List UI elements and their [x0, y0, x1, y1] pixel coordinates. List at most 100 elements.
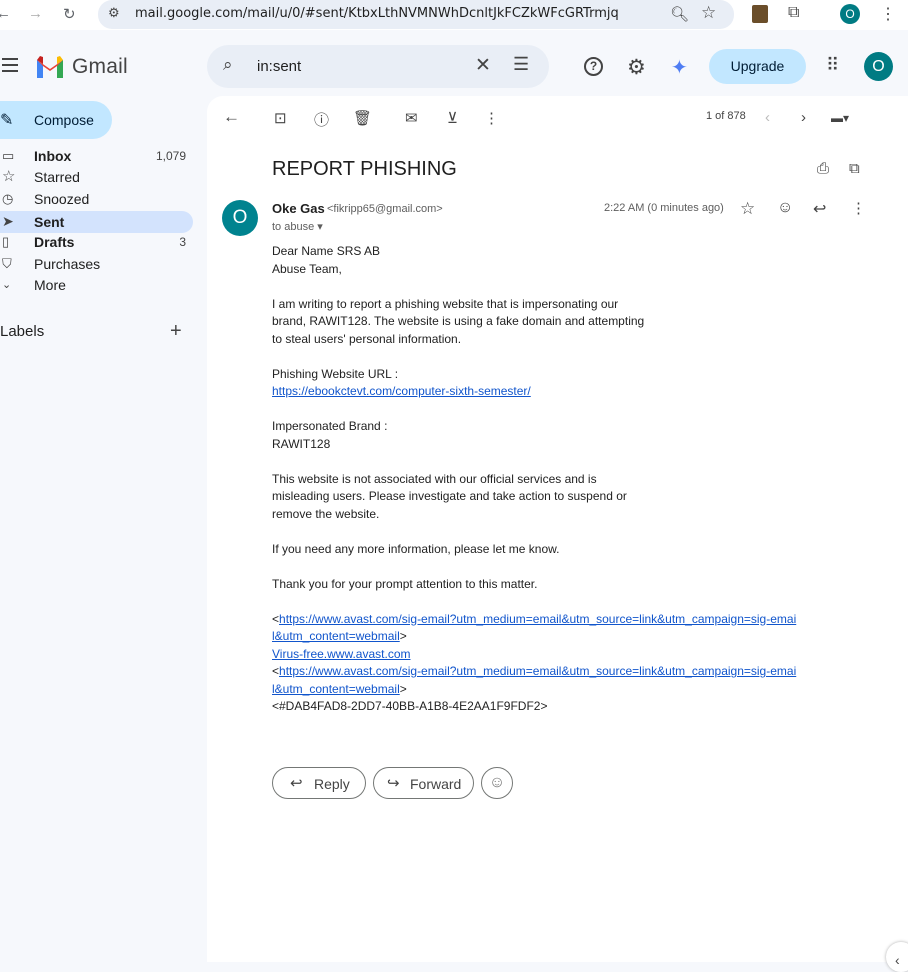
details-dropdown-icon[interactable]: ▾: [317, 221, 323, 233]
extensions-puzzle-icon[interactable]: ⧉: [788, 4, 799, 22]
archive-icon[interactable]: ⊡: [274, 109, 287, 127]
upgrade-button[interactable]: Upgrade: [709, 49, 806, 84]
star-icon: ☆: [2, 168, 16, 185]
greeting-line: Abuse Team,: [272, 261, 342, 276]
clock-icon: ◷: [2, 191, 14, 206]
main-menu-icon[interactable]: [2, 58, 18, 76]
message-more-icon[interactable]: ⋮: [851, 199, 866, 217]
input-tools-icon[interactable]: ▬▾: [831, 111, 849, 125]
search-input[interactable]: in:sent: [257, 58, 301, 75]
sidebar-item-label: Sent: [34, 214, 65, 230]
address-bar[interactable]: ⚙ mail.google.com/mail/u/0/#sent/KtbxLth…: [98, 0, 734, 29]
print-icon[interactable]: ⎙: [817, 160, 829, 177]
body-paragraph: If you need any more information, please…: [272, 541, 560, 556]
body-paragraph: I am writing to report a phishing websit…: [272, 296, 645, 346]
newer-icon[interactable]: ‹: [765, 109, 770, 126]
reply-label: Reply: [314, 776, 350, 792]
reply-arrow-icon: ↩: [290, 775, 303, 792]
compose-button[interactable]: ✎ Compose: [0, 101, 112, 139]
search-bar[interactable]: ⌕ in:sent ✕ ☰: [207, 45, 549, 88]
brand-value: RAWIT128: [272, 436, 331, 451]
emoji-react-button[interactable]: ☺: [481, 767, 513, 799]
report-spam-icon[interactable]: ⓘ: [314, 109, 329, 130]
side-panel-toggle-icon[interactable]: ‹: [886, 942, 908, 972]
reload-icon[interactable]: ↻: [63, 5, 76, 23]
sidebar-item-more[interactable]: ⌄ More: [0, 274, 193, 296]
help-icon[interactable]: ?: [584, 57, 603, 76]
sender-avatar[interactable]: O: [222, 200, 258, 236]
browser-menu-icon[interactable]: ⋮: [880, 4, 896, 24]
gemini-icon[interactable]: ✦: [671, 55, 688, 80]
footer-id: <#DAB4FAD8-2DD7-40BB-A1B8-4E2AA1F9FDF2>: [272, 699, 548, 713]
compose-label: Compose: [34, 112, 94, 128]
extension-icon[interactable]: [752, 5, 768, 23]
bag-icon: ⛉: [2, 256, 12, 271]
sidebar-item-starred[interactable]: ☆ Starred: [0, 166, 193, 188]
sidebar-item-count: 3: [179, 235, 186, 249]
sidebar-item-label: More: [34, 277, 66, 293]
star-message-icon[interactable]: ☆: [740, 199, 755, 219]
zoom-icon[interactable]: 🔍︎: [670, 5, 689, 23]
gmail-logo-icon: [37, 56, 63, 78]
pencil-icon: ✎: [0, 112, 14, 129]
sender-name[interactable]: Oke Gas: [272, 201, 325, 216]
settings-gear-icon[interactable]: ⚙: [627, 55, 646, 80]
reply-button[interactable]: ↩ Reply: [272, 767, 366, 799]
brand-label: Impersonated Brand :: [272, 419, 388, 433]
clear-search-icon[interactable]: ✕: [475, 54, 491, 77]
labels-heading: Labels: [0, 323, 45, 340]
send-icon: ➤: [2, 213, 14, 229]
recipient-text: to abuse: [272, 221, 315, 233]
emoji-reaction-icon[interactable]: ☺: [777, 199, 793, 217]
sidebar-item-label: Starred: [34, 169, 80, 185]
add-label-icon[interactable]: +: [170, 320, 182, 343]
open-new-window-icon[interactable]: ⧉: [849, 160, 860, 177]
sidebar-item-label: Inbox: [34, 148, 72, 164]
sidebar-item-purchases[interactable]: ⛉ Purchases: [0, 253, 193, 275]
forward-arrow-icon: ↪: [387, 775, 400, 792]
reply-icon[interactable]: ↩: [813, 199, 826, 219]
avast-link-block: <https://www.avast.com/sig-email?utm_med…: [272, 664, 797, 696]
email-subject: REPORT PHISHING: [272, 158, 457, 180]
url-label: Phishing Website URL :: [272, 366, 399, 381]
avast-link[interactable]: https://www.avast.com/sig-email?utm_medi…: [272, 612, 796, 644]
browser-profile-avatar[interactable]: O: [840, 4, 860, 24]
back-to-list-icon[interactable]: ←: [223, 107, 240, 127]
phishing-url-link[interactable]: https://ebookctevt.com/computer-sixth-se…: [272, 384, 531, 398]
email-timestamp: 2:22 AM (0 minutes ago): [604, 202, 724, 214]
recipient-line[interactable]: to abuse ▾: [272, 220, 323, 233]
sidebar-item-count: 1,079: [155, 149, 186, 163]
apps-grid-icon[interactable]: ⠿: [826, 55, 839, 76]
older-icon[interactable]: ›: [801, 109, 806, 126]
avast-text-link[interactable]: Virus-free.www.avast.com: [272, 647, 411, 661]
sidebar-item-label: Drafts: [34, 234, 75, 250]
sidebar-item-label: Snoozed: [34, 191, 90, 207]
sender-email: <fikripp65@gmail.com>: [327, 203, 443, 215]
sidebar-item-sent[interactable]: ➤ Sent: [0, 211, 193, 233]
sidebar-item-snoozed[interactable]: ◷ Snoozed: [0, 188, 193, 210]
mark-unread-icon[interactable]: ✉: [405, 109, 418, 127]
site-info-icon[interactable]: ⚙: [108, 5, 120, 21]
avast-link[interactable]: https://www.avast.com/sig-email?utm_medi…: [272, 664, 796, 696]
chevron-down-icon: ⌄: [2, 279, 12, 291]
account-avatar[interactable]: O: [864, 52, 893, 81]
forward-arrow-icon[interactable]: →: [28, 5, 43, 22]
back-arrow-icon[interactable]: ←: [0, 5, 11, 22]
pager-count: 1 of 878: [706, 110, 746, 122]
search-options-icon[interactable]: ☰: [513, 54, 529, 75]
email-body: Dear Name SRS AB Abuse Team, I am writin…: [272, 243, 802, 716]
forward-button[interactable]: ↪ Forward: [373, 767, 474, 799]
sidebar-item-drafts[interactable]: ▯ Drafts 3: [0, 231, 193, 253]
inbox-icon: ▭: [2, 148, 15, 163]
bookmark-star-icon[interactable]: ☆: [701, 3, 716, 23]
sidebar-item-inbox[interactable]: ▭ Inbox 1,079: [0, 145, 193, 167]
sidebar-item-label: Purchases: [34, 256, 101, 272]
delete-icon[interactable]: 🗑︎: [353, 109, 372, 127]
move-to-icon[interactable]: ⊻: [447, 109, 458, 127]
app-name: Gmail: [72, 55, 128, 78]
url-text: mail.google.com/mail/u/0/#sent/KtbxLthNV…: [135, 6, 619, 21]
more-options-icon[interactable]: ⋮: [484, 109, 499, 127]
draft-icon: ▯: [2, 234, 10, 249]
search-icon[interactable]: ⌕: [223, 55, 233, 75]
body-paragraph: This website is not associated with our …: [272, 471, 627, 521]
